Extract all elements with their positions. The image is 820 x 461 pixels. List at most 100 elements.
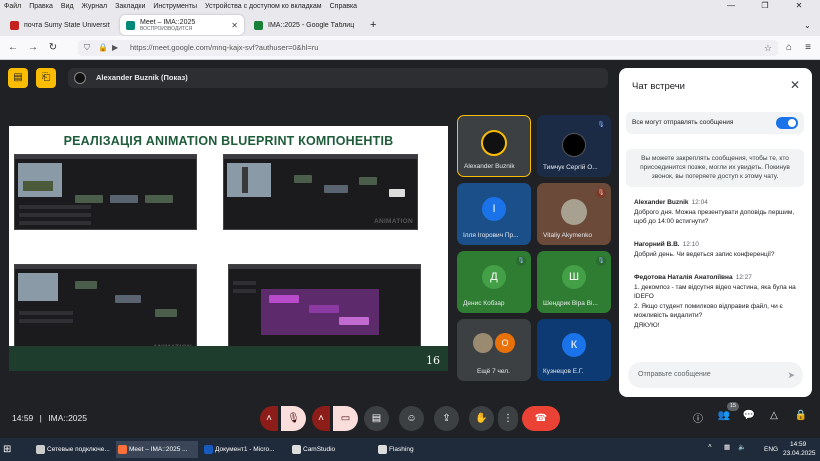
taskbar-item[interactable]: Сетевые подключе... [34, 441, 114, 458]
camera-options-icon[interactable]: ˄ [312, 406, 330, 431]
close-window-icon[interactable]: ✕ [786, 0, 812, 12]
menu-edit[interactable]: Правка [29, 3, 53, 10]
restore-icon[interactable]: ❐ [752, 0, 778, 12]
leave-call-button[interactable]: ☎ [522, 406, 560, 431]
tray-chevron-icon[interactable]: ˄ [708, 443, 712, 450]
bookmark-star-icon[interactable]: ☆ [764, 40, 772, 56]
minimize-icon[interactable]: — [718, 0, 744, 12]
people-icon[interactable]: 👥 [716, 410, 732, 421]
reload-icon[interactable]: ↻ [46, 41, 60, 55]
taskbar-item[interactable]: Документ1 - Micro... [202, 441, 286, 458]
close-icon[interactable]: ✕ [790, 78, 800, 92]
taskbar-item[interactable]: Flashing [376, 441, 456, 458]
mic-off-icon: 🎙 [596, 256, 606, 266]
slide-title: РЕАЛІЗАЦІЯ ANIMATION BLUEPRINT КОМПОНЕНТ… [63, 134, 394, 148]
camera-permission-icon[interactable]: ▶ [112, 40, 118, 56]
captions-button[interactable]: ▤ [364, 406, 389, 431]
menu-tools[interactable]: Инструменты [153, 3, 197, 10]
menu-view[interactable]: Вид [61, 3, 74, 10]
tab-mail[interactable]: почта Sumy State University [4, 15, 116, 35]
send-icon[interactable]: ➤ [787, 362, 795, 388]
nav-bar: ← → ↻ ⛉ 🔒 ▶ https://meet.google.com/mnq-… [0, 36, 820, 60]
emoji-button[interactable]: ☺ [399, 406, 424, 431]
tray-date[interactable]: 23.04.2025 [783, 450, 816, 457]
mic-off-icon: 🎙 [596, 188, 606, 198]
participant-tile[interactable]: Ш 🎙 Шендрик Віра Ві... [537, 251, 611, 313]
tray-time[interactable]: 14:59 [790, 441, 806, 448]
participant-tile[interactable]: К Кузнецов Е.Г. [537, 319, 611, 381]
message-time: 12:27 [735, 274, 752, 281]
participant-tile[interactable]: 🎙 Vitaliy Akymenko [537, 183, 611, 245]
message-time: 12:04 [691, 199, 708, 206]
participant-avatar [473, 333, 493, 353]
network-icon[interactable]: ▦ [724, 443, 730, 451]
menu-bookmarks[interactable]: Закладки [115, 3, 145, 10]
back-icon[interactable]: ← [6, 41, 20, 55]
keyboard-language[interactable]: ENG [764, 446, 778, 453]
tab-list-icon[interactable]: ⌄ [798, 15, 814, 35]
new-tab-button[interactable]: + [364, 15, 380, 35]
shield-icon[interactable]: ⛉ [84, 40, 90, 56]
more-options-button[interactable]: ⋮ [498, 406, 518, 431]
allow-messages-row: Все могут отправлять сообщения [626, 112, 804, 134]
close-tab-icon[interactable]: ✕ [231, 21, 238, 30]
activities-shapes-icon[interactable]: △ [766, 410, 782, 421]
host-controls-icon[interactable]: 🔒 [793, 410, 809, 421]
url-bar[interactable]: ⛉ 🔒 ▶ https://meet.google.com/mnq-kajx-s… [78, 40, 778, 56]
url-text: https://meet.google.com/mnq-kajx-svf?aut… [130, 43, 319, 52]
more-participants-tile[interactable]: О Ещё 7 чел. [457, 319, 531, 381]
slide-watermark-2: ANIMATION [373, 218, 413, 225]
lock-icon[interactable]: 🔒 [98, 40, 108, 56]
chat-message: Alexander Buznik 12:04 Доброго дня. Можна… [634, 198, 804, 227]
menu-help[interactable]: Справка [330, 3, 357, 10]
meet-icon [126, 20, 135, 30]
menu-history[interactable]: Журнал [82, 3, 108, 10]
chat-info: Вы можете закреплять сообщения, чтобы те… [626, 149, 804, 187]
windows-start-icon[interactable]: ⊞ [0, 441, 16, 458]
message-text: Добрий день. Чи ведеться запис конференц… [634, 250, 775, 258]
chat-icon[interactable]: 💬 [741, 410, 757, 421]
presenter-name: Alexander Buznik (Показ) [96, 73, 188, 82]
tab-meet[interactable]: Meet – IMA::2025 ВОСПРОИЗВОДИТСЯ ✕ [120, 15, 244, 35]
camera-toggle-button[interactable]: ▭ [333, 406, 358, 431]
menu-file[interactable]: Файл [4, 3, 21, 10]
participant-avatar [562, 133, 586, 157]
raise-hand-button[interactable]: ✋ [469, 406, 494, 431]
participant-tile[interactable]: Alexander Buznik [457, 115, 531, 177]
participant-tile[interactable]: 🎙 Тимчук Сергій О... [537, 115, 611, 177]
participant-avatar [561, 199, 587, 225]
tab-meet-title: Meet – IMA::2025 [140, 18, 196, 26]
taskbar-item[interactable]: Meet – IMA::2025 ... [116, 441, 198, 458]
exit-presentation-icon[interactable]: ⎗ [36, 68, 56, 88]
allow-messages-toggle[interactable] [776, 117, 798, 129]
taskbar: ⊞ Сетевые подключе... Meet – IMA::2025 .… [0, 438, 820, 461]
mic-off-icon: 🎙 [596, 120, 606, 130]
tab-playing-label: ВОСПРОИЗВОДИТСЯ [140, 25, 193, 32]
forward-icon[interactable]: → [26, 41, 40, 55]
volume-icon[interactable]: 🔈 [738, 443, 746, 451]
meeting-clock: 14:59 | IMA::2025 [12, 413, 87, 423]
home-icon[interactable]: ⌂ [782, 41, 796, 55]
presenter-bar: Alexander Buznik (Показ) [68, 68, 608, 88]
tab-sheets[interactable]: IMA::2025 - Google Таблицы [248, 15, 360, 35]
window-controls: — ❐ ✕ [718, 0, 820, 12]
slide-screenshot-3: ANIMATION [14, 264, 197, 356]
chat-title: Чат встречи [632, 81, 685, 92]
menu-icon[interactable]: ≡ [801, 41, 815, 55]
chat-message: Нагорний В.В. 12:10 Добрий день. Чи ведет… [634, 240, 804, 259]
message-text: 2. Якщо студент помилково відправив файл… [634, 302, 783, 320]
participant-tile[interactable]: Д 🎙 Денис Кобзар [457, 251, 531, 313]
chat-input[interactable]: Отправьте сообщение ➤ [628, 362, 803, 388]
shared-slide: РЕАЛІЗАЦІЯ ANIMATION BLUEPRINT КОМПОНЕНТ… [9, 126, 448, 371]
mic-options-icon[interactable]: ˄ [260, 406, 278, 431]
taskbar-item[interactable]: CamStudio [290, 441, 372, 458]
activities-icon[interactable]: ▤ [8, 68, 28, 88]
allow-messages-label: Все могут отправлять сообщения [632, 119, 734, 126]
info-icon[interactable]: ⓘ [690, 410, 706, 425]
mic-toggle-button[interactable]: 🎙 [281, 406, 306, 431]
menu-synced-tabs[interactable]: Устройства с доступом ко вкладкам [205, 3, 322, 10]
message-author: Федотова Наталія Анатоліївна [634, 274, 733, 281]
present-button[interactable]: ⇪ [434, 406, 459, 431]
participant-tile[interactable]: І Ілля Ігорович Пр... [457, 183, 531, 245]
tab-strip: почта Sumy State University Meet – IMA::… [0, 12, 820, 36]
